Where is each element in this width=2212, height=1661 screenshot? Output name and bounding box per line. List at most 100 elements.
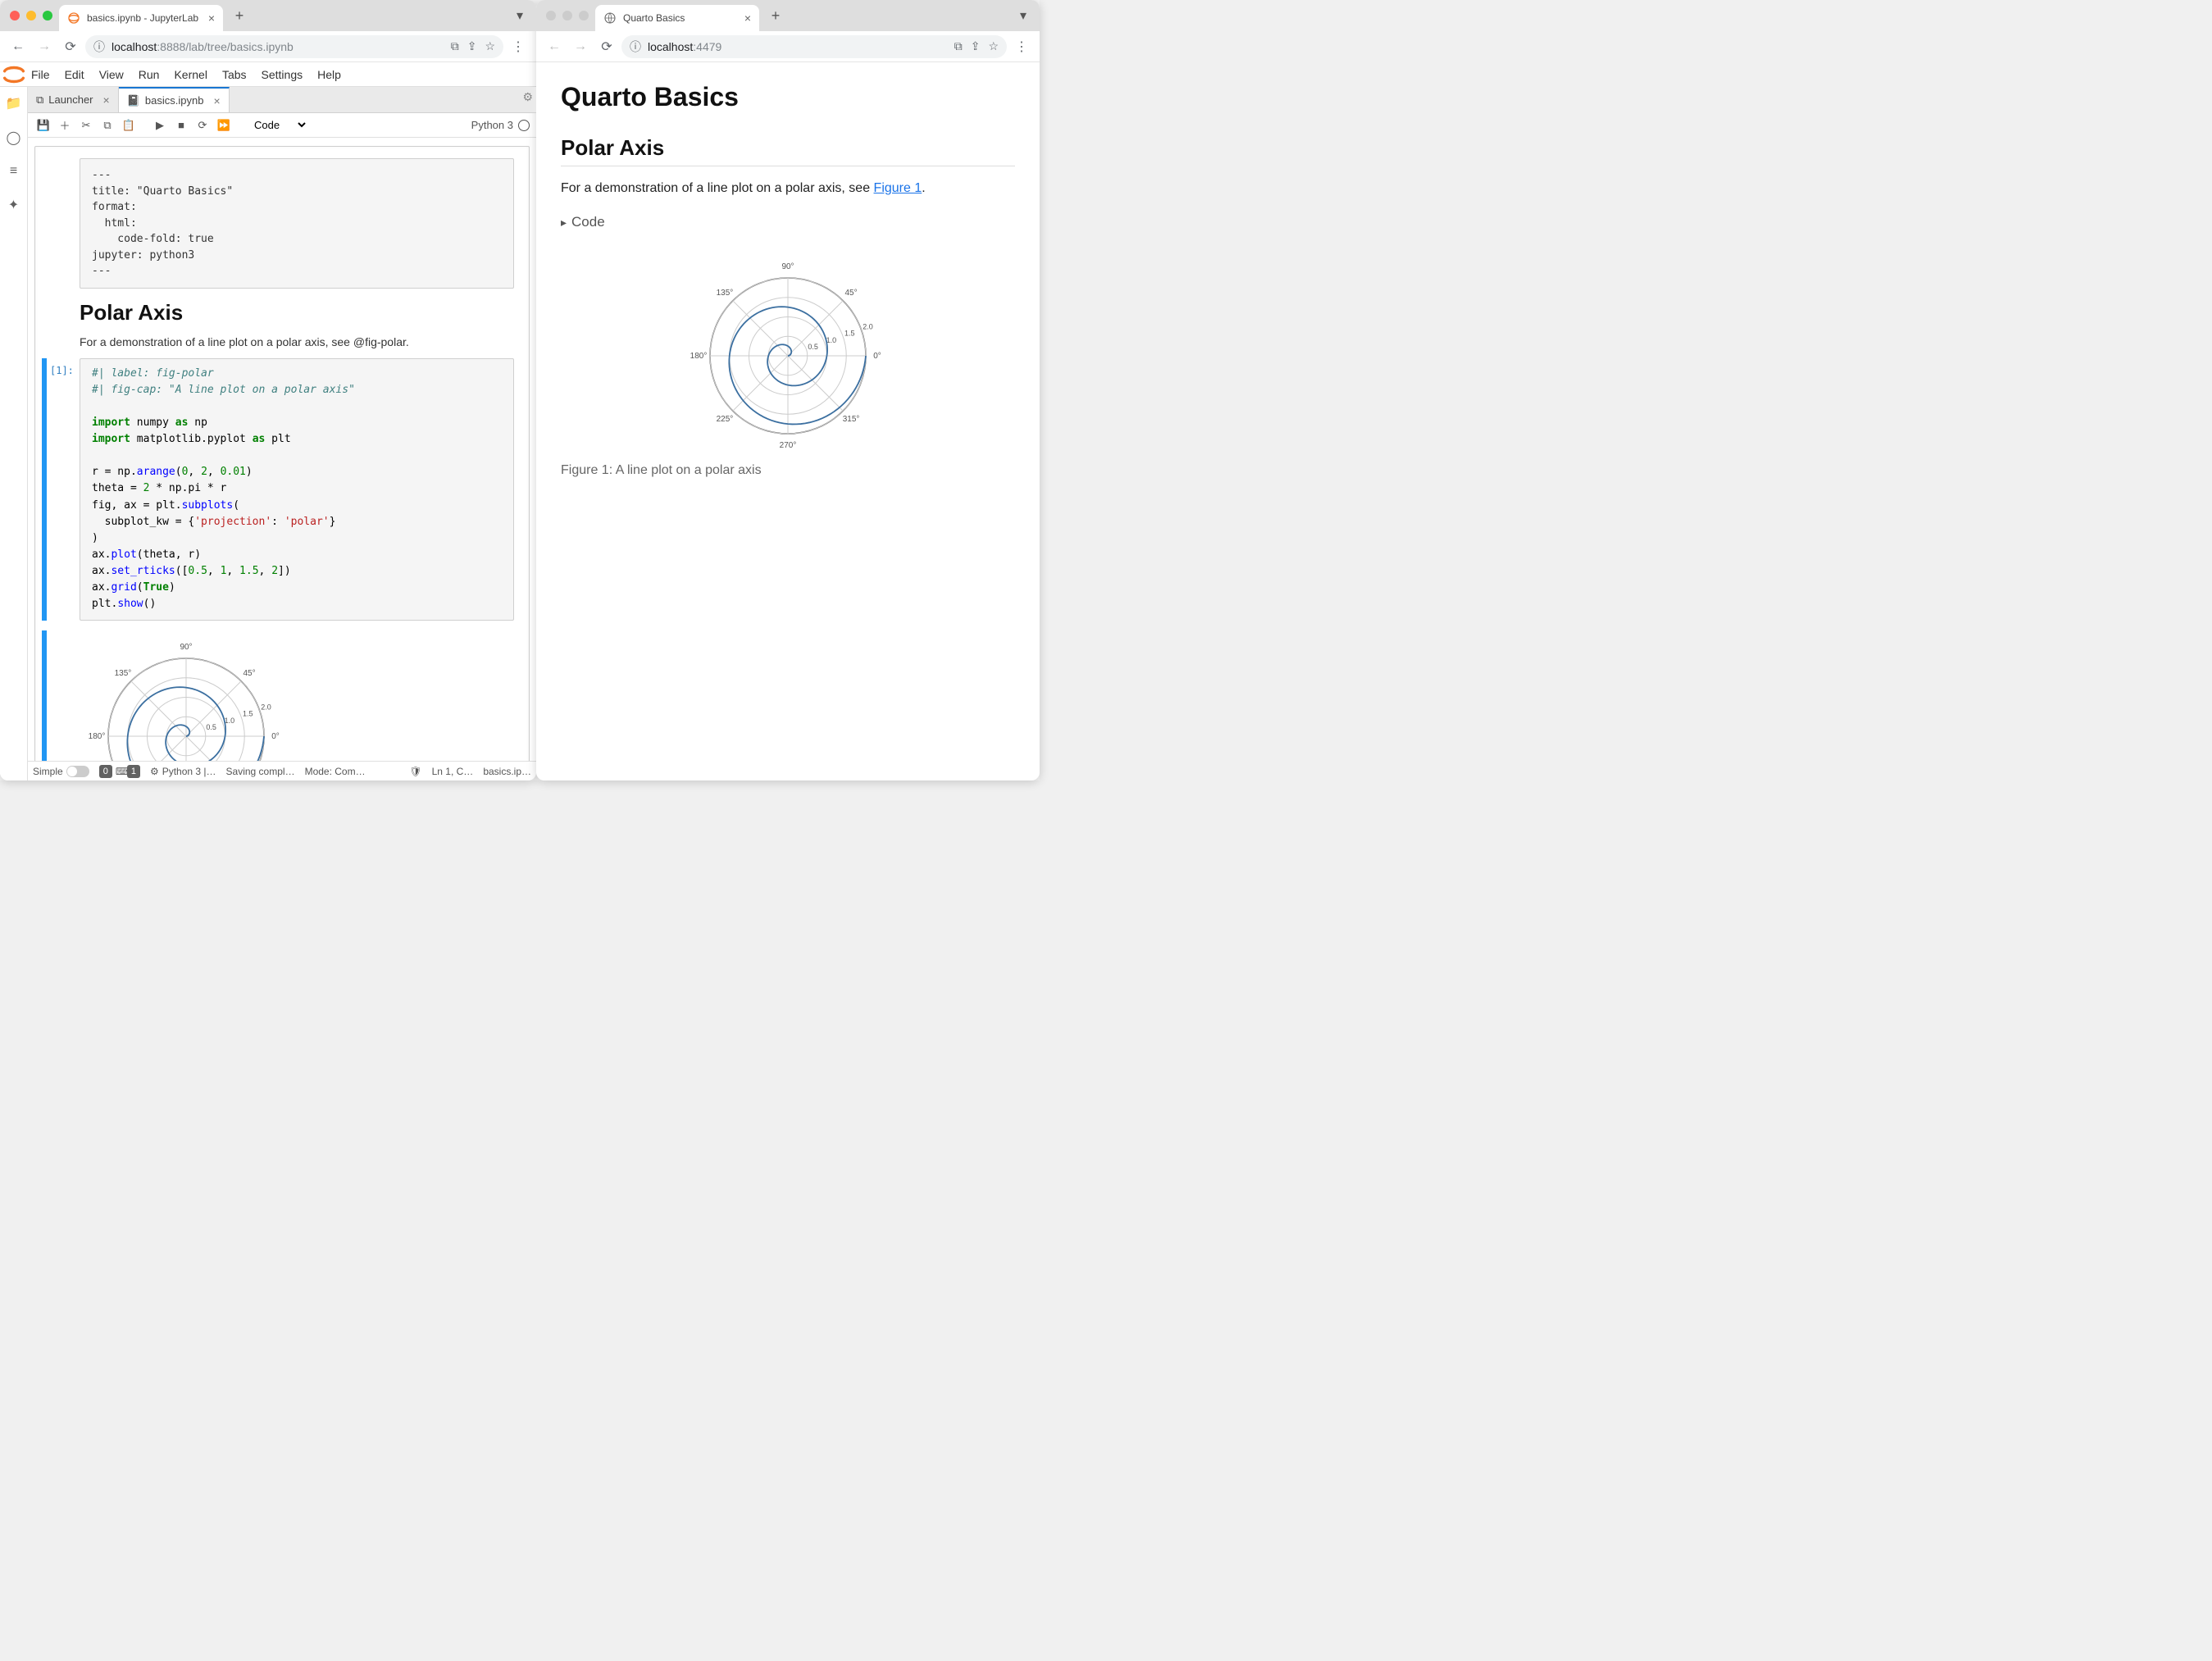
menu-item-help[interactable]: Help	[317, 68, 341, 81]
menu-item-tabs[interactable]: Tabs	[222, 68, 247, 81]
tab-close-icon[interactable]: ×	[208, 11, 215, 25]
svg-text:0°: 0°	[271, 732, 280, 741]
kernel-status-icon[interactable]	[518, 120, 530, 131]
status-kernel[interactable]: ⚙Python 3 |…	[150, 766, 216, 777]
svg-text:180°: 180°	[690, 352, 708, 361]
svg-text:1.0: 1.0	[225, 716, 235, 724]
close-window-icon[interactable]	[546, 11, 556, 20]
url-host: localhost	[112, 40, 157, 53]
menu-item-kernel[interactable]: Kernel	[174, 68, 207, 81]
nav-reload-button[interactable]: ⟳	[59, 35, 82, 58]
cell-raw[interactable]: --- title: "Quarto Basics" format: html:…	[42, 158, 522, 289]
extensions-icon[interactable]: ✦	[8, 197, 19, 213]
share-icon[interactable]: ⇪	[971, 39, 981, 53]
nav-back-button[interactable]: ←	[543, 35, 566, 58]
nav-forward-button[interactable]: →	[33, 35, 56, 58]
menu-item-file[interactable]: File	[31, 68, 50, 81]
address-bar[interactable]: ⓘ localhost:8888/lab/tree/basics.ipynb ⧉…	[85, 35, 503, 58]
code-fold-details[interactable]: Code	[561, 211, 1015, 234]
paste-button[interactable]: 📋	[120, 116, 138, 134]
interrupt-button[interactable]: ■	[172, 116, 190, 134]
insert-cell-button[interactable]: ＋	[56, 116, 74, 134]
polar-plot-figure: 0°45°90°135°180°225°270°315°0.51.01.52.0	[681, 250, 894, 455]
copy-button[interactable]: ⧉	[98, 116, 116, 134]
bookmark-star-icon[interactable]: ☆	[485, 39, 495, 53]
bookmark-star-icon[interactable]: ☆	[988, 39, 999, 53]
jupyter-logo-icon[interactable]	[0, 61, 28, 89]
figure-crossref-link[interactable]: Figure 1	[874, 181, 922, 195]
raw-cell-content[interactable]: --- title: "Quarto Basics" format: html:…	[80, 158, 514, 289]
jupyterlab-app: File Edit View Run Kernel Tabs Settings Help 📁 …	[0, 62, 536, 780]
status-shield-icon[interactable]: 🛡	[409, 766, 421, 777]
zoom-window-icon[interactable]	[579, 11, 589, 20]
svg-text:135°: 135°	[717, 289, 734, 298]
url-host: localhost	[648, 40, 693, 53]
cell-output: 0°45°90°135°180°225°270°315°0.51.01.52.0	[42, 630, 522, 761]
file-tab-close-icon[interactable]: ×	[213, 94, 220, 107]
nav-reload-button[interactable]: ⟳	[595, 35, 618, 58]
cell-markdown[interactable]: Polar Axis For a demonstration of a line…	[42, 300, 522, 348]
cut-button[interactable]: ✂	[77, 116, 95, 134]
window-traffic-lights[interactable]	[546, 11, 589, 20]
file-tab-launcher[interactable]: ⧉Launcher×	[28, 87, 119, 112]
jupyter-statusbar: Simple 0 ⌨ 1 ⚙Python 3 |… Saving compl…	[28, 761, 536, 780]
save-button[interactable]: 💾	[34, 116, 52, 134]
browser-menu-button[interactable]: ⋮	[1010, 35, 1033, 58]
svg-text:45°: 45°	[845, 289, 858, 298]
new-tab-button[interactable]: +	[764, 4, 787, 27]
tab-close-icon[interactable]: ×	[744, 11, 751, 25]
close-window-icon[interactable]	[10, 11, 20, 20]
notebook-scroll-area[interactable]: --- title: "Quarto Basics" format: html:…	[28, 138, 536, 761]
running-kernels-icon[interactable]: ◯	[7, 130, 21, 146]
minimize-window-icon[interactable]	[26, 11, 36, 20]
share-icon[interactable]: ⇪	[467, 39, 477, 53]
site-info-icon[interactable]: ⓘ	[630, 39, 641, 55]
status-simple[interactable]: Simple	[33, 766, 89, 777]
menu-item-edit[interactable]: Edit	[65, 68, 84, 81]
cell-code[interactable]: [1]: #| label: fig-polar #| fig-cap: "A …	[42, 358, 522, 621]
restart-button[interactable]: ⟳	[193, 116, 212, 134]
status-saving: Saving compl…	[226, 766, 295, 777]
site-info-icon[interactable]: ⓘ	[93, 39, 105, 55]
simple-toggle[interactable]	[66, 766, 89, 777]
tabstrip-settings-icon[interactable]: ⚙	[522, 90, 533, 104]
celltype-select[interactable]: Code	[246, 116, 308, 134]
browser-menu-button[interactable]: ⋮	[507, 35, 530, 58]
svg-text:135°: 135°	[115, 669, 132, 678]
quarto-rendered-page[interactable]: Quarto Basics Polar Axis For a demonstra…	[536, 62, 1040, 780]
code-cell-content[interactable]: #| label: fig-polar #| fig-cap: "A line …	[80, 358, 514, 621]
svg-text:315°: 315°	[843, 415, 860, 424]
nav-forward-button[interactable]: →	[569, 35, 592, 58]
nav-back-button[interactable]: ←	[7, 35, 30, 58]
address-bar[interactable]: ⓘ localhost:4479 ⧉ ⇪ ☆	[621, 35, 1007, 58]
kernel-name-label[interactable]: Python 3	[471, 119, 513, 131]
file-tab-close-icon[interactable]: ×	[103, 93, 110, 107]
open-external-icon[interactable]: ⧉	[954, 39, 963, 53]
filebrowser-icon[interactable]: 📁	[6, 95, 22, 111]
svg-text:1.5: 1.5	[844, 330, 855, 338]
status-diagnostics[interactable]: 0 ⌨ 1	[99, 765, 140, 778]
jupyter-activity-bar: 📁 ◯ ≡ ✦	[0, 87, 28, 780]
notebook-toolbar: 💾 ＋ ✂ ⧉ 📋 ▶ ■ ⟳ ⏩ Code	[28, 113, 536, 138]
new-tab-button[interactable]: +	[228, 4, 251, 27]
tab-dropdown-icon[interactable]: ▾	[1013, 4, 1033, 27]
zoom-window-icon[interactable]	[43, 11, 52, 20]
svg-text:0°: 0°	[873, 352, 881, 361]
tab-dropdown-icon[interactable]: ▾	[510, 4, 530, 27]
window-traffic-lights[interactable]	[10, 11, 52, 20]
status-mode: Mode: Com…	[305, 766, 366, 777]
svg-text:2.0: 2.0	[261, 703, 271, 711]
menu-item-settings[interactable]: Settings	[262, 68, 303, 81]
minimize-window-icon[interactable]	[562, 11, 572, 20]
open-external-icon[interactable]: ⧉	[451, 39, 459, 53]
code-fold-summary[interactable]: Code	[561, 211, 1015, 234]
run-button[interactable]: ▶	[151, 116, 169, 134]
browser-tab-jupyter[interactable]: basics.ipynb - JupyterLab ×	[59, 5, 223, 31]
menu-item-view[interactable]: View	[99, 68, 124, 81]
menu-item-run[interactable]: Run	[139, 68, 160, 81]
file-tab-basics-ipynb[interactable]: 📓basics.ipynb×	[119, 87, 230, 112]
toc-icon[interactable]: ≡	[10, 164, 17, 179]
globe-favicon-icon	[603, 11, 617, 25]
run-all-button[interactable]: ⏩	[215, 116, 233, 134]
browser-tab-quarto[interactable]: Quarto Basics ×	[595, 5, 759, 31]
